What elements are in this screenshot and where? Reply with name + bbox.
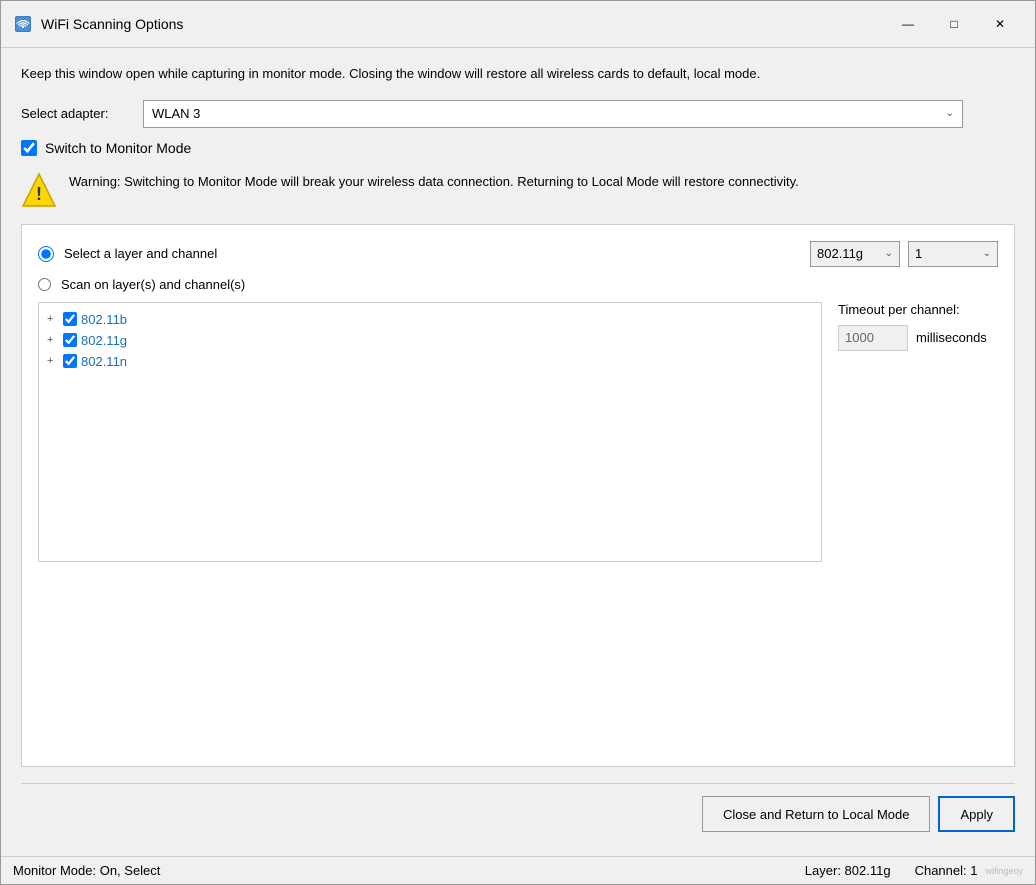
channel-dropdown-value: 1 (915, 246, 922, 261)
options-panel: Select a layer and channel 802.11g ⌄ 1 ⌄… (21, 224, 1015, 768)
status-right: Layer: 802.11g Channel: 1 (805, 863, 978, 878)
warning-box: ! Warning: Switching to Monitor Mode wil… (21, 168, 1015, 212)
bottom-buttons: Close and Return to Local Mode Apply (21, 783, 1015, 840)
timeout-label: Timeout per channel: (838, 302, 998, 317)
list-item: + 802.11g (45, 330, 815, 351)
expand-802-11b-btn[interactable]: + (47, 313, 59, 325)
checkbox-802-11g[interactable] (63, 333, 77, 347)
layer-dropdown[interactable]: 802.11g ⌄ (810, 241, 900, 267)
window-icon (13, 14, 33, 34)
monitor-mode-label: Switch to Monitor Mode (45, 140, 191, 156)
list-item: + 802.11b (45, 309, 815, 330)
channel-list: + 802.11b + 802.11g + 802.11n (38, 302, 822, 562)
expand-802-11n-btn[interactable]: + (47, 355, 59, 367)
expand-802-11g-btn[interactable]: + (47, 334, 59, 346)
window-title: WiFi Scanning Options (41, 16, 885, 32)
label-802-11g: 802.11g (81, 333, 127, 348)
window-controls: — □ ✕ (885, 9, 1023, 39)
status-layer: Layer: 802.11g (805, 863, 891, 878)
adapter-value: WLAN 3 (152, 106, 200, 121)
adapter-row: Select adapter: WLAN 3 ⌄ (21, 100, 1015, 128)
main-window: WiFi Scanning Options — □ ✕ Keep this wi… (0, 0, 1036, 885)
scan-layers-radio[interactable] (38, 278, 51, 291)
timeout-section: Timeout per channel: milliseconds (838, 302, 998, 351)
adapter-label: Select adapter: (21, 106, 131, 121)
select-layer-row: Select a layer and channel 802.11g ⌄ 1 ⌄ (38, 241, 998, 267)
channel-dropdown[interactable]: 1 ⌄ (908, 241, 998, 267)
layer-dropdown-arrow: ⌄ (885, 248, 893, 259)
label-802-11n: 802.11n (81, 354, 127, 369)
watermark: wifingeoy (985, 866, 1023, 876)
maximize-button[interactable]: □ (931, 9, 977, 39)
layer-channel-dropdowns: 802.11g ⌄ 1 ⌄ (810, 241, 998, 267)
select-layer-radio[interactable] (38, 246, 54, 262)
adapter-dropdown-arrow: ⌄ (946, 108, 954, 119)
adapter-dropdown[interactable]: WLAN 3 ⌄ (143, 100, 963, 128)
select-layer-label: Select a layer and channel (64, 246, 800, 261)
info-text: Keep this window open while capturing in… (21, 64, 1015, 84)
title-bar: WiFi Scanning Options — □ ✕ (1, 1, 1035, 48)
channel-dropdown-arrow: ⌄ (983, 248, 991, 259)
status-channel: Channel: 1 (915, 863, 978, 878)
checkbox-802-11n[interactable] (63, 354, 77, 368)
timeout-unit: milliseconds (916, 330, 987, 345)
svg-text:!: ! (36, 184, 42, 204)
scan-channels-area: + 802.11b + 802.11g + 802.11n (38, 302, 998, 751)
timeout-row: milliseconds (838, 325, 998, 351)
label-802-11b: 802.11b (81, 312, 127, 327)
close-button[interactable]: ✕ (977, 9, 1023, 39)
scan-layers-label: Scan on layer(s) and channel(s) (61, 277, 998, 292)
main-content: Keep this window open while capturing in… (1, 48, 1035, 856)
timeout-input[interactable] (838, 325, 908, 351)
monitor-mode-checkbox[interactable] (21, 140, 37, 156)
close-local-button[interactable]: Close and Return to Local Mode (702, 796, 930, 832)
layer-dropdown-value: 802.11g (817, 246, 863, 261)
scan-layers-row: Scan on layer(s) and channel(s) (38, 277, 998, 292)
monitor-mode-row: Switch to Monitor Mode (21, 140, 1015, 156)
status-monitor-mode: Monitor Mode: On, Select (13, 863, 805, 878)
minimize-button[interactable]: — (885, 9, 931, 39)
warning-text: Warning: Switching to Monitor Mode will … (69, 172, 799, 192)
apply-button[interactable]: Apply (938, 796, 1015, 832)
status-bar: Monitor Mode: On, Select Layer: 802.11g … (1, 856, 1035, 884)
checkbox-802-11b[interactable] (63, 312, 77, 326)
list-item: + 802.11n (45, 351, 815, 372)
warning-icon: ! (21, 172, 57, 208)
